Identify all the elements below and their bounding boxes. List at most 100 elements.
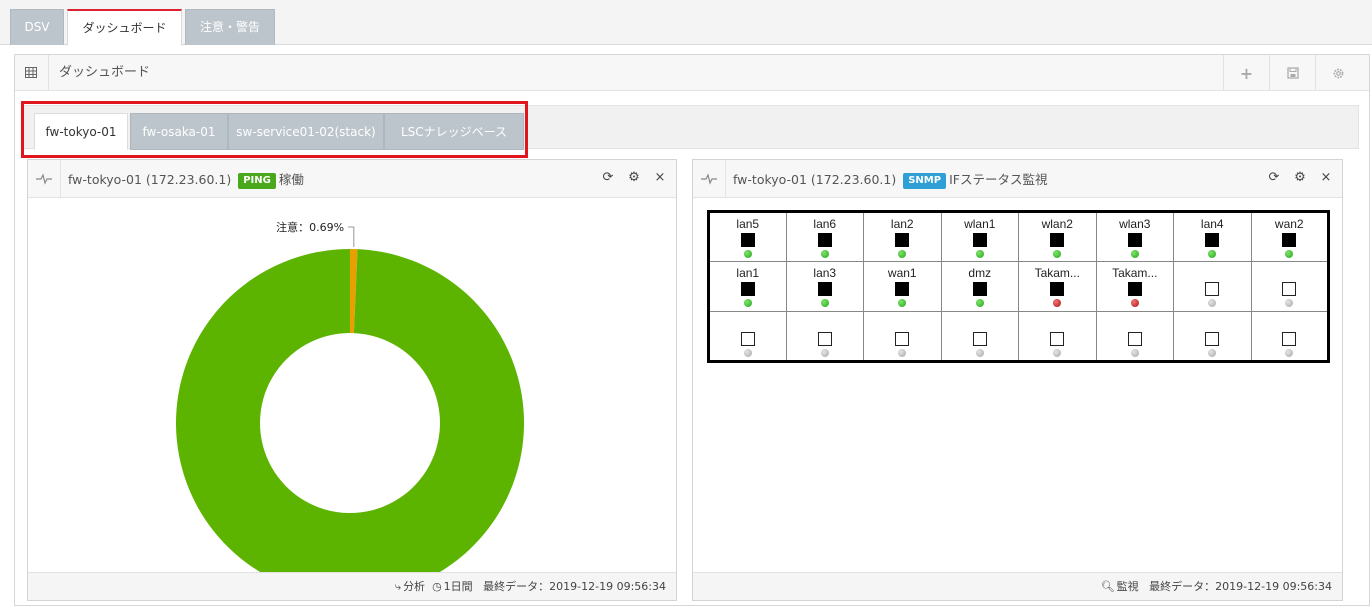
monitor-link[interactable]: 監視 [1117,580,1139,593]
widget-actions: ⟳ ⚙ × [600,170,668,185]
add-widget-button[interactable]: + [1223,55,1269,91]
interface-cell[interactable] [863,311,942,362]
snmp-badge: SNMP [903,173,947,189]
tab-alerts[interactable]: 注意・警告 [185,9,275,45]
interface-status-grid: lan5 lan6 lan2 wlan1 wlan2 wlan3 lan4 wan2 lan1 l… [707,210,1330,363]
tab-fw-osaka-01[interactable]: fw-osaka-01 [130,113,228,150]
port-icon [895,282,910,296]
interface-cell[interactable]: wlan3 [1095,211,1174,262]
port-icon [1282,282,1297,296]
interface-name: lan1 [736,266,760,280]
tab-label: ダッシュボード [82,21,167,35]
settings-button[interactable] [1315,55,1361,91]
interface-cell[interactable] [785,311,864,362]
status-dot-icon [820,349,829,357]
gear-icon[interactable]: ⚙ [626,170,642,185]
header-divider [725,160,726,198]
interface-cell[interactable]: wan2 [1250,211,1329,262]
status-dot-icon [1130,250,1139,258]
interface-name: dmz [968,266,992,280]
status-dot-icon [975,349,984,357]
interface-name: wlan2 [1041,217,1073,231]
gear-icon[interactable]: ⚙ [1292,170,1308,185]
status-dot-icon [898,349,907,357]
status-dot-icon [1208,250,1217,258]
port-icon [740,282,755,296]
leader-line-0 [348,226,355,248]
top-tab-bar: DSV ダッシュボード 注意・警告 [0,0,1372,46]
interface-cell[interactable]: lan3 [785,261,864,312]
tab-sw-service01-02[interactable]: sw-service01-02(stack) [228,113,384,150]
device-name: fw-tokyo-01 (172.23.60.1) [68,172,232,187]
interface-cell[interactable] [708,311,787,362]
interface-cell[interactable] [1095,311,1174,362]
header-divider [48,55,49,91]
interface-cell[interactable]: lan1 [708,261,787,312]
interface-cell[interactable]: lan4 [1173,211,1252,262]
period-selector[interactable]: 1日間 [444,580,473,593]
status-dot-icon [1053,349,1062,357]
close-icon[interactable]: × [1318,170,1334,185]
interface-cell[interactable] [1173,311,1252,362]
tab-label: fw-tokyo-01 [45,125,117,139]
interface-cell[interactable] [1173,261,1252,312]
interface-name [787,316,864,331]
port-icon [1050,332,1065,346]
analyze-link[interactable]: 分析 [403,580,425,593]
tab-fw-tokyo-01[interactable]: fw-tokyo-01 [34,113,128,150]
status-dot-icon [1208,299,1217,307]
interface-name [1174,266,1251,281]
interface-name: wlan1 [964,217,996,231]
interface-cell[interactable]: wlan1 [940,211,1019,262]
widget-subtitle: IFステータス監視 [949,172,1048,187]
interface-cell[interactable]: wan1 [863,261,942,312]
interface-row: lan5 lan6 lan2 wlan1 wlan2 wlan3 lan4 wan2 [708,211,1329,262]
refresh-icon[interactable]: ⟳ [600,170,616,185]
plus-icon: + [1239,63,1254,83]
header-divider [60,160,61,198]
interface-cell[interactable]: lan2 [863,211,942,262]
status-dot-icon [1053,299,1062,307]
interface-name: lan6 [813,217,837,231]
interface-cell[interactable] [1250,261,1329,312]
interface-name [1174,316,1251,331]
interface-cell[interactable] [1250,311,1329,362]
tab-label: 注意・警告 [199,20,260,34]
interface-cell[interactable] [940,311,1019,362]
interface-name: lan3 [813,266,837,280]
status-text: 稼働 [278,172,304,187]
interface-cell[interactable]: dmz [940,261,1019,312]
tab-dashboard[interactable]: ダッシュボード [67,9,182,46]
tab-label: DSV [24,20,50,34]
interface-name [1252,266,1328,281]
interface-cell[interactable]: Takam... [1018,261,1097,312]
status-dot-icon [743,349,752,357]
interface-cell[interactable] [1018,311,1097,362]
status-dot-icon [820,299,829,307]
interface-name: lan4 [1200,217,1224,231]
port-icon [1050,282,1065,296]
widget-footer: ⤷ 分析 ◷ 1日間 最終データ：2019-12-19 09:56:34 [28,572,676,600]
port-icon [740,332,755,346]
tab-lsc-knowledge-base[interactable]: LSCナレッジベース [384,113,524,150]
interface-cell[interactable]: lan6 [785,211,864,262]
status-dot-icon [1285,299,1294,307]
save-button[interactable] [1269,55,1315,91]
interface-cell[interactable]: wlan2 [1018,211,1097,262]
device-name: fw-tokyo-01 (172.23.60.1) [733,172,897,187]
interface-cell[interactable]: lan5 [708,211,787,262]
refresh-icon[interactable]: ⟳ [1266,170,1282,185]
port-icon [895,332,910,346]
status-dot-icon [1053,250,1062,258]
status-dot-icon [898,299,907,307]
interface-name [710,316,786,331]
interface-name: wlan3 [1119,217,1151,231]
donut-slice-1[interactable] [176,249,524,573]
status-dot-icon [1130,299,1139,307]
interface-cell[interactable]: Takam... [1095,261,1174,312]
analyze-icon: ⤷ [394,580,402,593]
interface-name: Takam... [1034,266,1080,280]
status-dot-icon [1285,349,1294,357]
tab-dsv[interactable]: DSV [10,9,64,45]
close-icon[interactable]: × [652,170,668,185]
